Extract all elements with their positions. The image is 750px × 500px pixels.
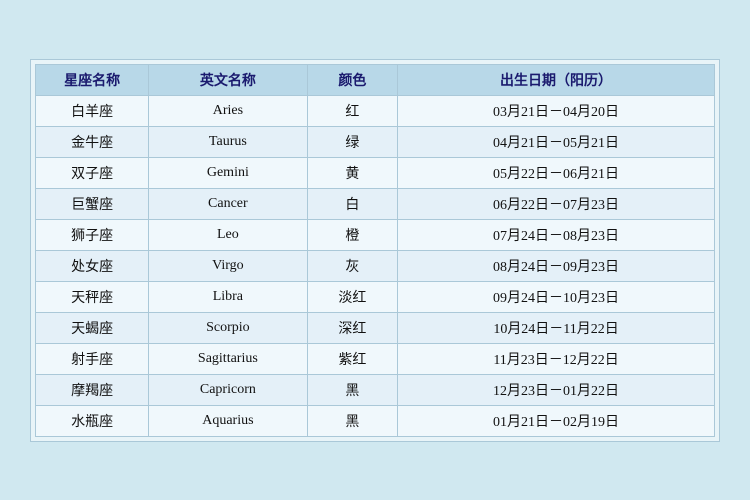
cell-date: 12月23日－01月22日 (398, 374, 715, 405)
table-header-row: 星座名称 英文名称 颜色 出生日期（阳历） (36, 64, 715, 95)
cell-date: 03月21日－04月20日 (398, 95, 715, 126)
cell-date: 05月22日－06月21日 (398, 157, 715, 188)
cell-english: Scorpio (149, 312, 307, 343)
cell-color: 黄 (307, 157, 398, 188)
cell-english: Sagittarius (149, 343, 307, 374)
cell-color: 白 (307, 188, 398, 219)
table-row: 狮子座Leo橙07月24日－08月23日 (36, 219, 715, 250)
cell-color: 黑 (307, 405, 398, 436)
cell-chinese: 处女座 (36, 250, 149, 281)
cell-chinese: 双子座 (36, 157, 149, 188)
table-row: 摩羯座Capricorn黑12月23日－01月22日 (36, 374, 715, 405)
cell-date: 10月24日－11月22日 (398, 312, 715, 343)
cell-english: Libra (149, 281, 307, 312)
cell-date: 08月24日－09月23日 (398, 250, 715, 281)
cell-date: 04月21日－05月21日 (398, 126, 715, 157)
table-row: 射手座Sagittarius紫红11月23日－12月22日 (36, 343, 715, 374)
cell-date: 06月22日－07月23日 (398, 188, 715, 219)
cell-color: 橙 (307, 219, 398, 250)
cell-chinese: 金牛座 (36, 126, 149, 157)
cell-color: 淡红 (307, 281, 398, 312)
cell-color: 紫红 (307, 343, 398, 374)
cell-chinese: 水瓶座 (36, 405, 149, 436)
table-row: 处女座Virgo灰08月24日－09月23日 (36, 250, 715, 281)
table-row: 金牛座Taurus绿04月21日－05月21日 (36, 126, 715, 157)
table-row: 双子座Gemini黄05月22日－06月21日 (36, 157, 715, 188)
cell-chinese: 天秤座 (36, 281, 149, 312)
table-row: 水瓶座Aquarius黑01月21日－02月19日 (36, 405, 715, 436)
cell-english: Capricorn (149, 374, 307, 405)
header-english: 英文名称 (149, 64, 307, 95)
cell-english: Taurus (149, 126, 307, 157)
cell-english: Aquarius (149, 405, 307, 436)
header-chinese: 星座名称 (36, 64, 149, 95)
header-color: 颜色 (307, 64, 398, 95)
cell-english: Virgo (149, 250, 307, 281)
cell-chinese: 狮子座 (36, 219, 149, 250)
cell-chinese: 摩羯座 (36, 374, 149, 405)
cell-english: Cancer (149, 188, 307, 219)
cell-date: 09月24日－10月23日 (398, 281, 715, 312)
table-row: 巨蟹座Cancer白06月22日－07月23日 (36, 188, 715, 219)
cell-chinese: 巨蟹座 (36, 188, 149, 219)
cell-english: Aries (149, 95, 307, 126)
cell-chinese: 射手座 (36, 343, 149, 374)
cell-date: 07月24日－08月23日 (398, 219, 715, 250)
cell-color: 深红 (307, 312, 398, 343)
zodiac-table: 星座名称 英文名称 颜色 出生日期（阳历） 白羊座Aries红03月21日－04… (35, 64, 715, 437)
header-date: 出生日期（阳历） (398, 64, 715, 95)
cell-date: 01月21日－02月19日 (398, 405, 715, 436)
table-row: 天秤座Libra淡红09月24日－10月23日 (36, 281, 715, 312)
cell-english: Leo (149, 219, 307, 250)
cell-chinese: 天蝎座 (36, 312, 149, 343)
table-row: 白羊座Aries红03月21日－04月20日 (36, 95, 715, 126)
table-row: 天蝎座Scorpio深红10月24日－11月22日 (36, 312, 715, 343)
cell-date: 11月23日－12月22日 (398, 343, 715, 374)
cell-color: 灰 (307, 250, 398, 281)
zodiac-table-container: 星座名称 英文名称 颜色 出生日期（阳历） 白羊座Aries红03月21日－04… (30, 59, 720, 442)
cell-color: 红 (307, 95, 398, 126)
cell-color: 绿 (307, 126, 398, 157)
cell-english: Gemini (149, 157, 307, 188)
cell-color: 黑 (307, 374, 398, 405)
cell-chinese: 白羊座 (36, 95, 149, 126)
